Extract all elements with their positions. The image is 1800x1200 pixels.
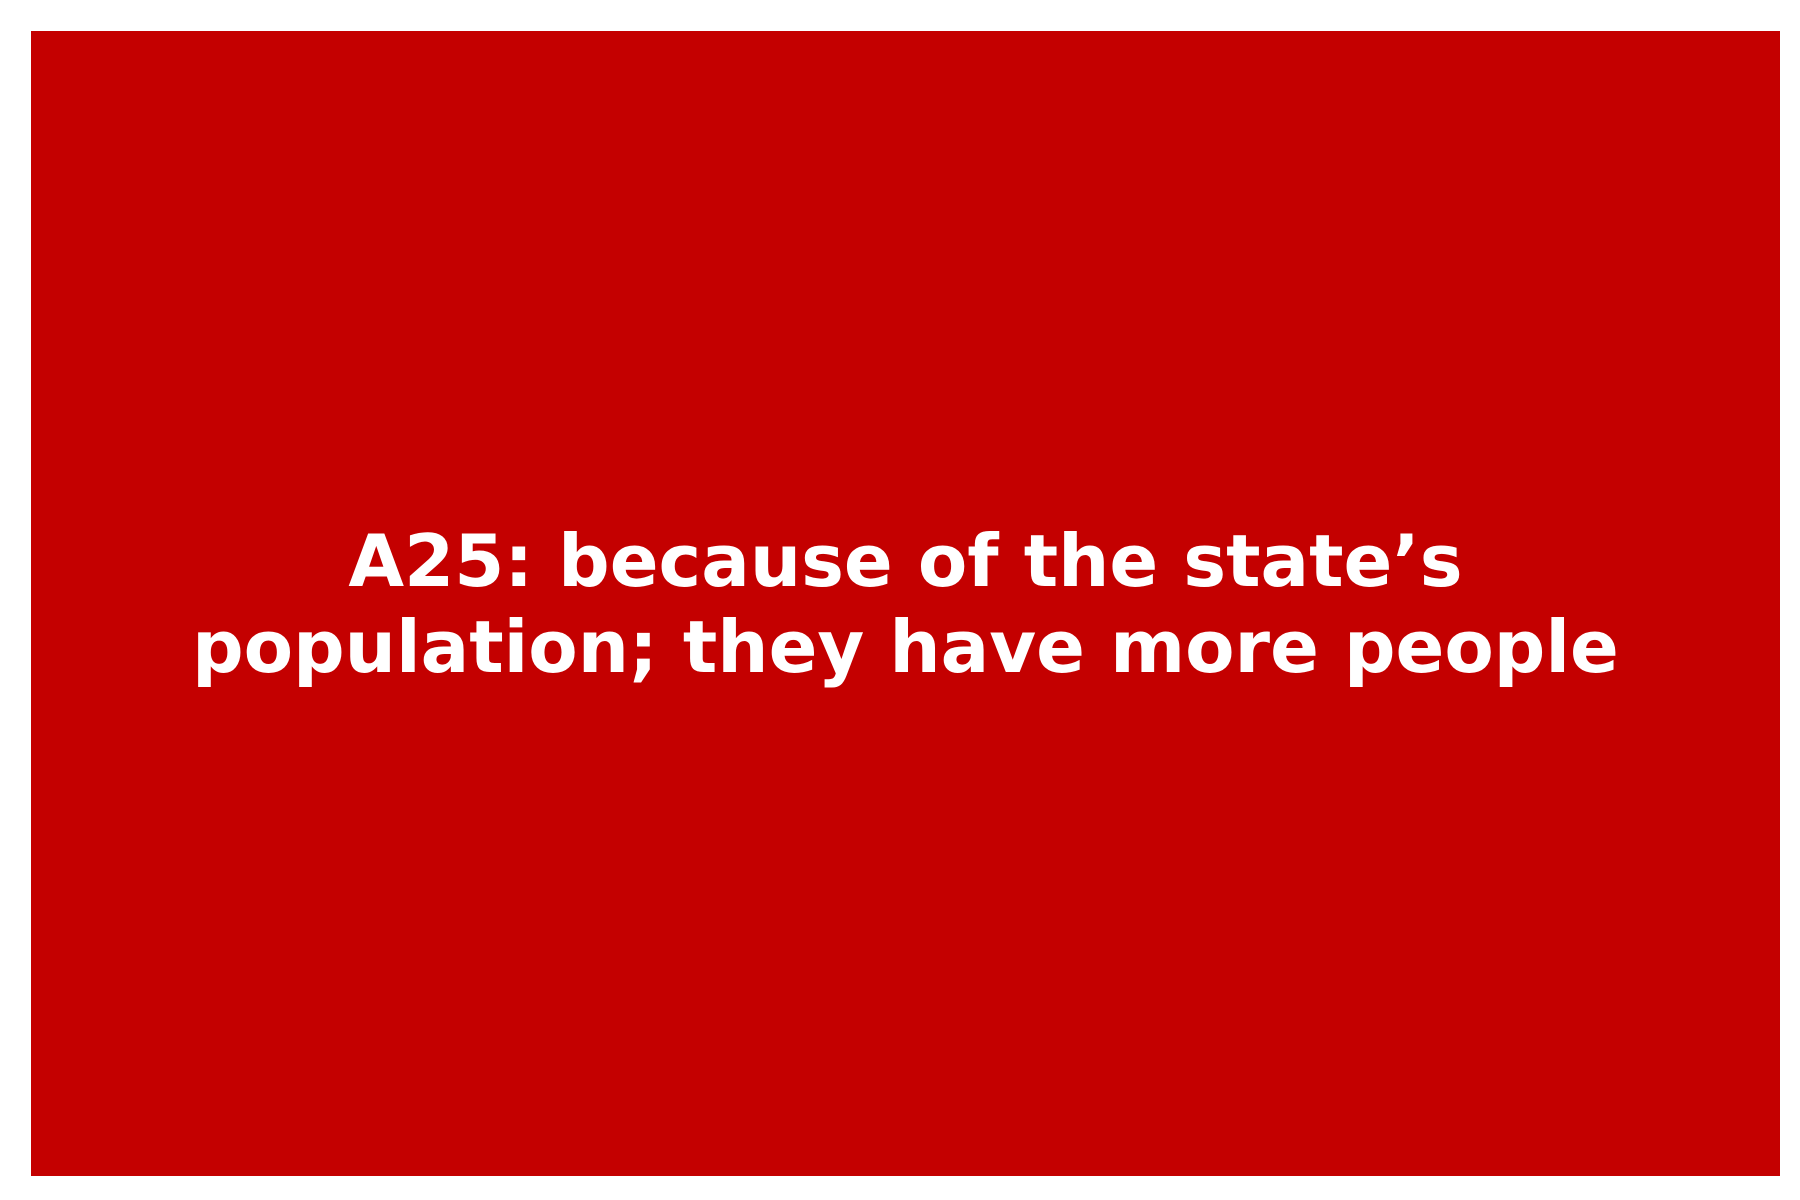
answer-card: A25: because of the state’s population; … — [31, 31, 1780, 1176]
answer-line-1: A25: because of the state’s — [348, 518, 1463, 603]
answer-text: A25: because of the state’s population; … — [106, 518, 1706, 690]
answer-line-2: population; they have more people — [192, 604, 1619, 689]
page: A25: because of the state’s population; … — [0, 0, 1800, 1200]
